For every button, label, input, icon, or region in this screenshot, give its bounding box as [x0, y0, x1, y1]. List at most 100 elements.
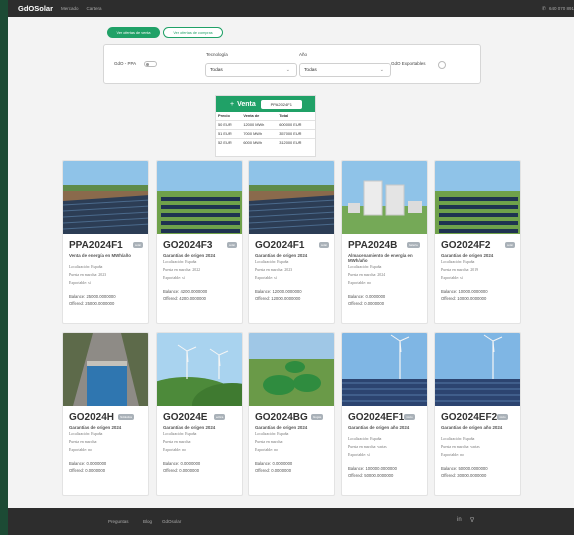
footer-link-gdosolar[interactable]: GdOsolar: [162, 519, 181, 524]
sale-offer-table: Precio Venta de Total 50 EUR 12000 MWh 6…: [216, 112, 315, 147]
card-subtitle: Garantías de origen 2024: [163, 253, 216, 258]
exportables-toggle[interactable]: [438, 61, 446, 69]
card-balance: Balance: 100000.0000000 Offered: 50000.0…: [348, 465, 397, 479]
tecnologia-select[interactable]: Todas ⌄: [205, 63, 297, 77]
balance-line: Balance: 100000.0000000: [348, 466, 397, 471]
location-line: Localización: España: [163, 260, 197, 264]
technology-badge: mixto: [497, 414, 508, 420]
card-image: [342, 161, 427, 234]
card-balance: Balance: 4200.0000000 Offered: 4200.0000…: [163, 288, 207, 302]
table-row[interactable]: 51 EUR 7000 MWh 357000 EUR: [216, 128, 315, 138]
offer-card[interactable]: GO2024F1 solar Garantías de origen 2024 …: [248, 160, 335, 324]
nav-link-cartera[interactable]: Cartera: [87, 6, 102, 11]
gdo-ppa-switch[interactable]: [144, 61, 157, 67]
balance-line: Balance: 12000.0000000: [255, 289, 302, 294]
offer-code-field[interactable]: PPA2024F1: [260, 99, 302, 109]
table-row[interactable]: 52 EUR 6000 MWh 312000 EUR: [216, 137, 315, 147]
location-line: Localización: España: [69, 432, 103, 436]
card-title: GO2024EF1: [348, 412, 405, 423]
card-balance: Balance: 50000.0000000 Offered: 30000.00…: [441, 465, 488, 479]
twitter-icon[interactable]: ᐁ: [470, 517, 474, 524]
cell-venta: 7000 MWh: [241, 128, 278, 138]
card-subtitle: Garantías de origen 2024: [441, 253, 494, 258]
footer-link-blog[interactable]: Blog: [143, 519, 152, 524]
card-image: [249, 333, 334, 406]
technology-badge: batería: [407, 242, 420, 248]
phone-contact[interactable]: ✆ 640 070 891: [542, 6, 574, 12]
offer-card[interactable]: PPA2024F1 solar Venta de energía en MWh/…: [62, 160, 149, 324]
phone-icon: ✆: [541, 5, 546, 12]
location-line: Localización: España: [441, 437, 475, 441]
offer-type-toggle: Ver ofertas de venta Ver ofertas de comp…: [107, 27, 223, 38]
technology-badge: hidráulica: [118, 414, 134, 420]
start-line: Puesta en marcha: 2019: [441, 267, 479, 272]
technology-badge: eólica: [214, 414, 226, 420]
sales-offers-button[interactable]: Ver ofertas de venta: [107, 27, 160, 38]
exportable-line: Exportable: no: [441, 452, 465, 457]
card-image: [435, 161, 520, 234]
offer-card[interactable]: GO2024E eólica Garantías de origen 2024 …: [156, 332, 243, 496]
offer-card[interactable]: GO2024EF1 mixto Garantías de origen año …: [341, 332, 428, 496]
card-meta: Localización: España Puesta en marcha: 2…: [348, 264, 426, 287]
offer-card[interactable]: PPA2024B batería Almacenamiento de energ…: [341, 160, 428, 324]
cell-precio: 52 EUR: [216, 137, 242, 147]
card-balance: Balance: 10000.0000000 Offered: 10000.00…: [441, 288, 488, 302]
card-meta: Localización: España Puesta en marcha: v…: [348, 436, 426, 459]
card-title: GO2024F2: [441, 240, 491, 251]
page-footer: Preguntas Blog GdOsolar in ᐁ: [8, 508, 574, 535]
card-meta: Localización: España Puesta en marcha: 2…: [255, 259, 333, 282]
brand-logo[interactable]: GdOSolar: [18, 4, 53, 13]
column-header-total: Total: [279, 113, 289, 119]
start-line: Puesta en marcha: 2023: [69, 272, 107, 277]
technology-badge: biogás: [311, 414, 324, 420]
location-line: Localización: España: [255, 260, 289, 264]
sale-title: Venta: [237, 100, 256, 108]
balance-line: Balance: 50000.0000000: [441, 466, 488, 471]
start-line: Puesta en marcha: 2024: [348, 272, 386, 277]
purchase-offers-button[interactable]: Ver ofertas de compras: [163, 27, 223, 38]
offered-line: Offered: 50000.0000000: [348, 473, 394, 478]
exportable-line: Exportable: sí: [255, 275, 277, 280]
offer-card[interactable]: GO2024BG biogás Garantías de origen 2024…: [248, 332, 335, 496]
card-title: PPA2024F1: [69, 240, 123, 251]
table-row[interactable]: 50 EUR 12000 MWh 600000 EUR: [216, 119, 315, 129]
sale-offer-panel: + Venta PPA2024F1 Precio Venta de Total …: [215, 95, 316, 157]
plus-icon[interactable]: +: [230, 101, 234, 108]
offer-card[interactable]: GO2024H hidráulica Garantías de origen 2…: [62, 332, 149, 496]
footer-link-preguntas[interactable]: Preguntas: [108, 519, 129, 524]
filter-panel: GdO - PPA Tecnología Todas ⌄ Año Todas ⌄…: [103, 44, 481, 84]
anio-select[interactable]: Todas ⌄: [299, 63, 391, 77]
start-line: Puesta en marcha:: [163, 439, 192, 444]
exportable-line: Exportable: no: [69, 447, 93, 452]
card-image: [249, 161, 334, 234]
balance-line: Balance: 10000.0000000: [441, 289, 488, 294]
nav-link-mercado[interactable]: Mercado: [61, 6, 79, 11]
linkedin-icon[interactable]: in: [457, 517, 462, 523]
offer-card[interactable]: GO2024F2 solar Garantías de origen 2024 …: [434, 160, 521, 324]
card-image: [157, 161, 242, 234]
card-title: GO2024H: [69, 412, 115, 423]
offered-line: Offered: 0.0000000: [163, 468, 200, 473]
exportable-line: Exportable: sí: [441, 275, 463, 280]
card-title: GO2024BG: [255, 412, 308, 423]
offer-card[interactable]: GO2024EF2 mixto Garantías de origen año …: [434, 332, 521, 496]
location-line: Localización: España: [348, 265, 382, 269]
offered-line: Offered: 25000.0000000: [69, 301, 115, 306]
gdo-ppa-label: GdO - PPA: [114, 61, 137, 66]
offered-line: Offered: 30000.0000000: [441, 473, 487, 478]
offered-line: Offered: 12000.0000000: [255, 296, 301, 301]
card-subtitle: Venta de energía en MWh/año: [69, 253, 131, 258]
anio-label: Año: [299, 52, 308, 57]
start-line: Puesta en marcha:: [255, 439, 284, 444]
exportable-line: Exportable: no: [348, 280, 372, 285]
start-line: Puesta en marcha: 2022: [163, 267, 201, 272]
column-header-venta: Venta de: [243, 113, 260, 119]
exportables-label: GdO Exportables: [391, 61, 426, 66]
offer-card[interactable]: GO2024F3 solar Garantías de origen 2024 …: [156, 160, 243, 324]
technology-badge: solar: [319, 242, 330, 248]
balance-line: Balance: 0.0000000: [348, 294, 386, 299]
card-meta: Localización: España Puesta en marcha: E…: [163, 431, 241, 454]
card-title: GO2024F3: [163, 240, 213, 251]
tecnologia-label: Tecnología: [206, 52, 228, 57]
cell-precio: 50 EUR: [216, 119, 242, 129]
